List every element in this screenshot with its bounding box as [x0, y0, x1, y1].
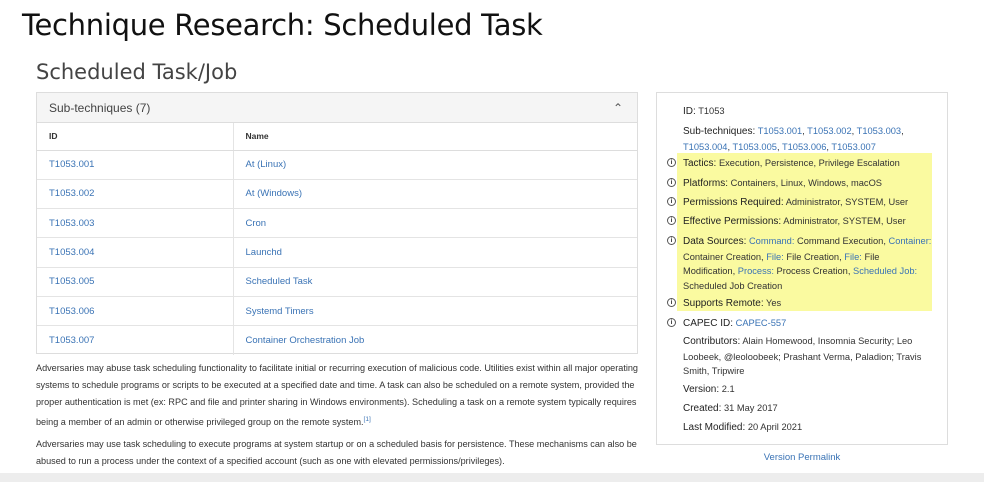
effective-permissions-value: Administrator, SYSTEM, User [783, 216, 906, 226]
subtechnique-name-link[interactable]: Container Orchestration Job [232, 325, 637, 356]
platforms-value: Containers, Linux, Windows, macOS [730, 178, 883, 188]
description-text: Adversaries may abuse task scheduling fu… [36, 363, 638, 428]
tactics-label: Tactics: [683, 158, 717, 169]
data-component-link[interactable]: File Creation [786, 252, 839, 262]
permissions-required-value: Administrator, SYSTEM, User [785, 197, 909, 207]
subtechnique-link[interactable]: T1053.005 [732, 142, 776, 152]
effective-permissions-label: Effective Permissions: [683, 216, 782, 227]
column-header-id: ID [37, 123, 233, 151]
info-icon[interactable]: i [667, 318, 676, 327]
table-row: T1053.004 Launchd [37, 237, 637, 268]
subtechniques-header[interactable]: Sub-techniques (7) ⌃ [37, 93, 637, 123]
capec-link[interactable]: CAPEC-557 [736, 318, 787, 328]
data-source-link[interactable]: File: [766, 252, 784, 262]
data-source-link[interactable]: Command: [749, 236, 794, 246]
subtechnique-name-link[interactable]: Cron [232, 208, 637, 239]
data-component-link[interactable]: Command Execution [797, 236, 883, 246]
data-component-link[interactable]: Scheduled Job Creation [683, 281, 782, 291]
version-value: 2.1 [721, 384, 735, 394]
table-row: T1053.001 At (Linux) [37, 150, 637, 180]
data-sources-label: Data Sources: [683, 236, 747, 247]
created-value: 31 May 2017 [723, 403, 778, 413]
subtechnique-name-link[interactable]: At (Linux) [232, 150, 637, 180]
subtechnique-link[interactable]: T1053.003 [857, 126, 901, 136]
version-permalink[interactable]: Version Permalink [656, 452, 948, 463]
data-source-link[interactable]: Container: [889, 236, 932, 246]
data-component-link[interactable]: Process Creation [777, 266, 848, 276]
column-header-name: Name [232, 123, 637, 151]
info-icon[interactable]: i [667, 158, 676, 167]
info-icon[interactable]: i [667, 216, 676, 225]
subtechniques-title: Sub-techniques (7) [49, 100, 151, 115]
description-paragraph: Adversaries may abuse task scheduling fu… [36, 360, 644, 431]
id-label: ID: [683, 106, 696, 117]
info-icon[interactable]: i [667, 178, 676, 187]
last-modified-label: Last Modified: [683, 422, 746, 433]
subtechnique-link[interactable]: T1053.001 [758, 126, 802, 136]
subtechnique-id-link[interactable]: T1053.002 [37, 179, 233, 210]
subtechniques-label: Sub-techniques: [683, 126, 756, 137]
subtechnique-id-link[interactable]: T1053.007 [37, 326, 233, 355]
data-source-link[interactable]: File: [844, 252, 862, 262]
reference-link[interactable]: [1] [364, 416, 371, 423]
table-row: T1053.006 Systemd Timers [37, 296, 637, 327]
id-value: T1053 [698, 106, 725, 116]
data-source-link[interactable]: Process: [738, 266, 774, 276]
slide-title: Technique Research: Scheduled Task [22, 8, 543, 42]
subtechnique-id-link[interactable]: T1053.006 [37, 296, 233, 327]
page-heading: Scheduled Task/Job [36, 60, 238, 84]
subtechnique-id-link[interactable]: T1053.003 [37, 208, 233, 239]
capec-label: CAPEC ID: [683, 318, 734, 329]
supports-remote-value: Yes [766, 298, 782, 308]
subtechniques-table: ID Name T1053.001 At (Linux) T1053.002 At (… [37, 123, 637, 356]
data-sources-row: Data Sources: Command: Command Execution… [683, 234, 933, 293]
subtechnique-link[interactable]: T1053.007 [831, 142, 875, 152]
subtechnique-link[interactable]: T1053.002 [807, 126, 851, 136]
supports-remote-label: Supports Remote: [683, 298, 764, 309]
platforms-row: Platforms: Containers, Linux, Windows, m… [683, 176, 933, 192]
table-row: T1053.005 Scheduled Task [37, 267, 637, 297]
subtechnique-id-link[interactable]: T1053.001 [37, 150, 233, 180]
subtechnique-name-link[interactable]: Scheduled Task [232, 267, 637, 297]
subtechnique-id-link[interactable]: T1053.005 [37, 267, 233, 297]
created-row: Created: 31 May 2017 [683, 401, 778, 417]
subtechniques-card: Sub-techniques (7) ⌃ ID Name T1053.001 At… [36, 92, 638, 356]
subtechnique-name-link[interactable]: At (Windows) [232, 179, 637, 210]
supports-remote-row: Supports Remote: Yes [683, 296, 933, 312]
table-row: T1053.003 Cron [37, 208, 637, 239]
contributors-label: Contributors: [683, 336, 741, 347]
effective-permissions-row: Effective Permissions: Administrator, SY… [683, 214, 933, 230]
tactics-value: Execution, Persistence, Privilege Escala… [718, 158, 900, 168]
info-icon[interactable]: i [667, 298, 676, 307]
tactics-row: Tactics: Execution, Persistence, Privile… [683, 156, 933, 172]
permissions-required-row: Permissions Required: Administrator, SYS… [683, 195, 933, 211]
version-label: Version: [683, 384, 720, 395]
info-icon[interactable]: i [667, 236, 676, 245]
description-paragraph: Adversaries may use task scheduling to e… [36, 439, 637, 466]
subtechnique-link[interactable]: T1053.004 [683, 142, 727, 152]
subtechnique-link[interactable]: T1053.006 [782, 142, 826, 152]
table-row: T1053.002 At (Windows) [37, 179, 637, 210]
data-source-link[interactable]: Scheduled Job: [853, 266, 917, 276]
chevron-up-icon[interactable]: ⌃ [613, 101, 623, 115]
capec-row: CAPEC ID: CAPEC-557 [683, 316, 786, 332]
subtechnique-name-link[interactable]: Launchd [232, 237, 637, 268]
data-component-link[interactable]: Container Creation [683, 252, 761, 262]
last-modified-row: Last Modified: 20 April 2021 [683, 420, 802, 436]
permissions-required-label: Permissions Required: [683, 197, 784, 208]
id-row: ID: T1053 [683, 104, 725, 120]
contributors-row: Contributors: Alain Homewood, Insomnia S… [683, 334, 933, 379]
subtechniques-row: Sub-techniques: T1053.001, T1053.002, T1… [683, 124, 938, 154]
subtechnique-name-link[interactable]: Systemd Timers [232, 296, 637, 327]
version-row: Version: 2.1 [683, 382, 735, 398]
platforms-label: Platforms: [683, 178, 729, 189]
last-modified-value: 20 April 2021 [747, 422, 803, 432]
info-icon[interactable]: i [667, 197, 676, 206]
bottom-scroll-area [0, 473, 984, 482]
subtechnique-id-link[interactable]: T1053.004 [37, 237, 233, 268]
created-label: Created: [683, 403, 722, 414]
table-row: T1053.007 Container Orchestration Job [37, 325, 637, 356]
